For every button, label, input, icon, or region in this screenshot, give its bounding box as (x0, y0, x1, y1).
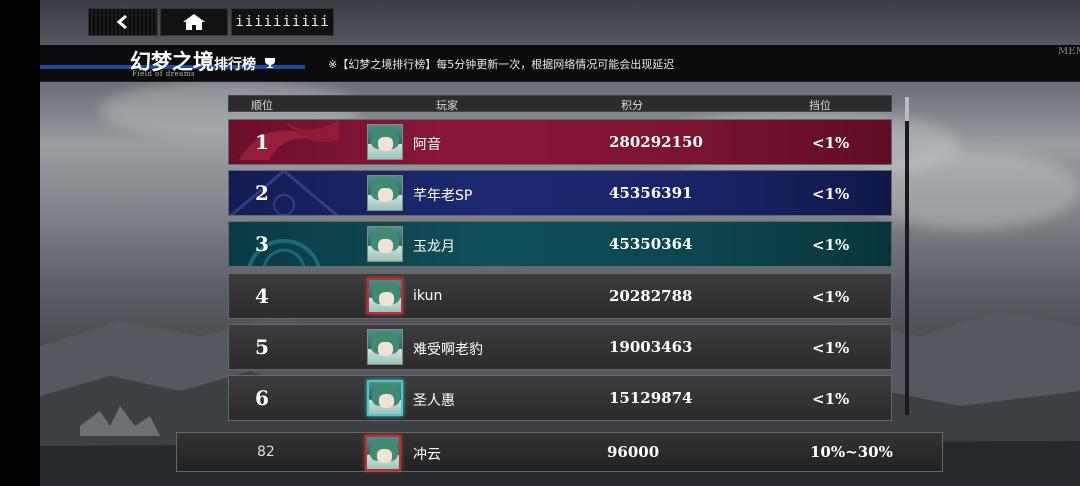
table-row[interactable]: 5 难受啊老豹 19003463 <1% (228, 324, 892, 370)
player-tier: <1% (812, 339, 850, 357)
column-header: 顺位 玩家 积分 挡位 (228, 95, 892, 112)
player-name: ikun (413, 288, 443, 304)
player-name: 芊年老SP (413, 188, 473, 204)
avatar[interactable] (367, 175, 403, 211)
home-button[interactable] (160, 8, 228, 36)
player-tier: <1% (812, 390, 850, 408)
player-name: 阿音 (413, 137, 441, 153)
scrollbar-thumb[interactable] (905, 97, 909, 121)
player-name: 难受啊老豹 (413, 342, 483, 358)
my-player-name: 冲云 (413, 447, 441, 463)
rank-number: 2 (255, 181, 269, 205)
leaderboard-header: 幻梦之境排行榜 Field of dreams ※【幻梦之境排行榜】每5分钟更新… (40, 45, 1080, 82)
avatar[interactable] (367, 380, 403, 416)
crest-decoration (239, 120, 339, 160)
player-tier: <1% (812, 185, 850, 203)
player-score: 280292150 (609, 133, 703, 151)
player-score: 19003463 (609, 338, 693, 356)
menu-label: iiiiiiiiii (235, 14, 330, 30)
table-row[interactable]: 4 ikun 20282788 <1% (228, 273, 892, 319)
my-avatar[interactable] (365, 435, 401, 471)
back-button[interactable] (88, 8, 158, 36)
home-icon (183, 14, 205, 30)
trophy-icon (265, 58, 276, 68)
list-scrollbar[interactable] (905, 97, 909, 415)
table-row[interactable]: 3 玉龙月 45350364 <1% (228, 221, 892, 267)
player-name: 玉龙月 (413, 239, 455, 255)
side-logo-text: MEM OF T DEE (1058, 47, 1080, 57)
my-player-tier: 10%~30% (810, 443, 893, 461)
player-score: 15129874 (609, 389, 693, 407)
player-score: 45350364 (609, 235, 693, 253)
player-tier: <1% (812, 288, 850, 306)
rank-number: 1 (255, 130, 269, 154)
col-score: 积分 (621, 99, 643, 112)
my-player-score: 96000 (607, 443, 660, 461)
menu-button[interactable]: iiiiiiiiii (231, 8, 334, 36)
col-rank: 顺位 (251, 99, 273, 112)
rank-number: 4 (255, 284, 269, 308)
avatar[interactable] (367, 278, 403, 314)
my-rank-number: 82 (257, 444, 275, 460)
player-score: 20282788 (609, 287, 693, 305)
table-row[interactable]: 2 芊年老SP 45356391 <1% (228, 170, 892, 216)
avatar[interactable] (367, 124, 403, 160)
rank-number: 5 (255, 335, 269, 359)
table-row[interactable]: 1 阿音 280292150 <1% (228, 119, 892, 165)
avatar[interactable] (367, 226, 403, 262)
avatar[interactable] (367, 329, 403, 365)
player-score: 45356391 (609, 184, 693, 202)
col-player: 玩家 (436, 99, 458, 112)
player-name: 圣人惠 (413, 393, 455, 409)
rank-number: 6 (255, 386, 269, 410)
crest-decoration (247, 239, 321, 266)
my-rank-bar: 82 冲云 96000 10%~30% (176, 432, 943, 472)
player-tier: <1% (812, 236, 850, 254)
rank-number: 3 (255, 232, 269, 256)
update-notice: ※【幻梦之境排行榜】每5分钟更新一次，根据网络情况可能会出现延迟 (328, 58, 675, 71)
crest-decoration (229, 171, 339, 215)
table-row[interactable]: 6 圣人惠 15129874 <1% (228, 375, 892, 421)
player-tier: <1% (812, 134, 850, 152)
title-english: Field of dreams (132, 70, 196, 78)
title-suffix: 排行榜 (214, 57, 256, 73)
col-tier: 挡位 (809, 99, 831, 112)
chevron-left-icon (116, 14, 127, 30)
